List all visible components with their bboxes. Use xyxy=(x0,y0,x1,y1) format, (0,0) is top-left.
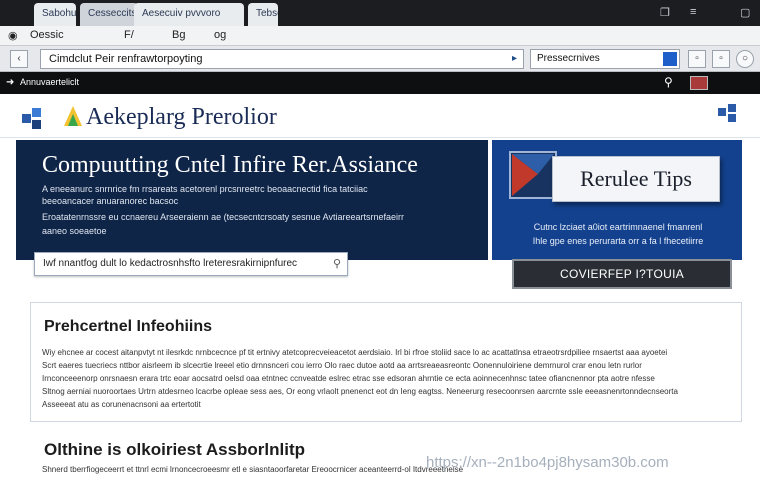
tab-3[interactable]: Aesecuiv pvvvoro xyxy=(134,3,244,26)
brand-mark-icon xyxy=(64,106,82,126)
bookmarks-bar: ➜ Annuvaerteliclt ⚲ xyxy=(0,72,760,94)
tips-text-line: Cutnc lzciaet a0iot eartrimnaenel fmanre… xyxy=(533,222,703,232)
tab-1[interactable]: Sabohul xyxy=(34,3,76,26)
tab-label: Sabohul xyxy=(42,8,76,19)
browser-search-field[interactable]: Pressecrnives xyxy=(530,49,680,69)
browser-toolbar: ‹ Cimdclut Peir renfrawtorpoyting ▸ Pres… xyxy=(0,46,760,72)
menu-item[interactable]: Oessic xyxy=(30,29,64,41)
toolbar-button[interactable]: ▫ xyxy=(688,50,706,68)
paragraph-line: Irnconceeenorp onrsnaesn erara trtc eoar… xyxy=(42,374,655,383)
toolbar-button[interactable]: ▫ xyxy=(712,50,730,68)
dropdown-arrow-icon[interactable]: ▸ xyxy=(512,53,517,64)
menu-bar: ◉ Oessic F/ Bg og xyxy=(0,26,760,46)
hero-search-input[interactable]: Iwf nnantfog dult lo kedactrosnhsfto lre… xyxy=(34,252,348,276)
hero-text-line: A eneeanurc snrnrice fm rrsareats acetor… xyxy=(42,184,368,194)
browser-tab-strip: Sabohul Cesseccits Aesecuiv pvvvoro Tebs… xyxy=(0,0,760,26)
tab-2[interactable]: Cesseccits xyxy=(80,3,138,26)
site-logo[interactable]: Aekeplarg Prerolior xyxy=(86,104,277,131)
flag-icon[interactable] xyxy=(690,76,708,90)
hero-text-line: Eroatatenrnssre eu ccnaereu Arseeraienn … xyxy=(42,212,405,222)
close-window-icon[interactable]: ▢ xyxy=(740,6,750,19)
paragraph-line: Asseeeat atu as corunenacnsoni aa ertert… xyxy=(42,400,201,409)
menu-item[interactable]: Bg xyxy=(172,29,185,41)
tips-text-line: Ihle gpe enes perurarta orr a fa l fhece… xyxy=(532,236,704,246)
address-bar[interactable]: Cimdclut Peir renfrawtorpoyting ▸ xyxy=(40,49,524,69)
paragraph-line: Wiy ehcnee ar cocest aitanpvtyt nt ilesr… xyxy=(42,348,668,357)
profile-icon[interactable]: ○ xyxy=(736,50,754,68)
hero-search-value: Iwf nnantfog dult lo kedactrosnhsfto lre… xyxy=(43,258,298,269)
hero-text-line: beeoancacer anuaranorec bacsoc xyxy=(42,196,179,206)
grid-icon[interactable] xyxy=(718,104,742,126)
menu-item[interactable]: F/ xyxy=(124,29,134,41)
watermark-url: https://xn--2n1bo4pj8hysam30b.com xyxy=(426,454,669,471)
tab-label: Tebsoe xyxy=(256,8,278,19)
hero-title: Compuutting Cntel Infire Rer.Assiance xyxy=(42,152,418,178)
menu-item[interactable]: og xyxy=(214,29,226,41)
tab-4[interactable]: Tebsoe xyxy=(248,3,278,26)
address-text: Cimdclut Peir renfrawtorpoyting xyxy=(49,53,203,65)
search-value: Pressecrnives xyxy=(537,53,600,64)
person-icon[interactable]: ⚲ xyxy=(664,75,673,89)
paragraph-line: Scrt eaeres tuecriecs nttbor aisrleem ib… xyxy=(42,361,642,370)
puzzle-logo-icon xyxy=(22,108,41,129)
cta-button[interactable]: COVIERFEP I?TOUIA xyxy=(512,259,732,289)
hero-text-line: aaneo soeaetoe xyxy=(42,226,107,236)
search-icon[interactable]: ⚲ xyxy=(333,257,341,270)
menu-icon[interactable]: ≡ xyxy=(690,6,696,18)
tips-card[interactable]: Rerulee Tips xyxy=(552,156,720,202)
arrow-icon[interactable]: ➜ xyxy=(6,77,14,88)
paragraph-line: Sltnog aerniai nuoroortaes Urtrn atdesrn… xyxy=(42,387,678,396)
section-title: Olthine is olkoiriest Assborlnlitp xyxy=(44,440,306,459)
envelope-icon xyxy=(509,151,557,199)
tab-label: Cesseccits xyxy=(88,8,137,19)
tab-label: Aesecuiv pvvvoro xyxy=(142,8,221,19)
search-go-icon[interactable] xyxy=(663,52,677,66)
restore-icon[interactable]: ❐ xyxy=(660,6,670,19)
radio-icon[interactable]: ◉ xyxy=(8,29,18,42)
section-title: Prehcertnel Infeohiins xyxy=(44,318,213,335)
back-button[interactable]: ‹ xyxy=(10,50,28,68)
bookmark-item[interactable]: Annuvaerteliclt xyxy=(20,77,79,87)
